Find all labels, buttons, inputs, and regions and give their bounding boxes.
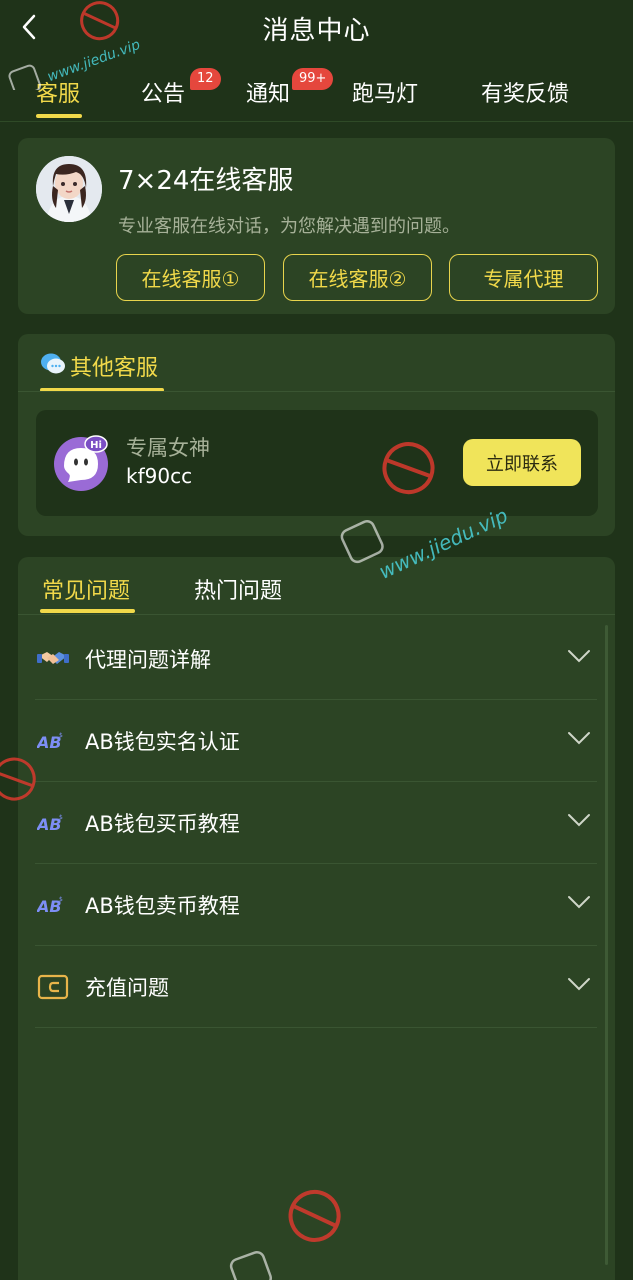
chevron-down-icon <box>568 732 590 745</box>
scrollbar[interactable] <box>605 625 608 1265</box>
chevron-down-icon <box>568 814 590 827</box>
dedicated-agent-button[interactable]: 专属代理 <box>449 254 598 301</box>
watermark-logo: www.jiedu.vip <box>340 442 510 580</box>
chevron-down-icon <box>568 978 590 991</box>
notifications-badge: 99+ <box>292 68 334 90</box>
tab-notifications[interactable]: 通知 <box>246 76 290 108</box>
page-title: 消息中心 <box>262 15 371 46</box>
faq-item-ab-sell[interactable]: AB $ AB钱包卖币教程 <box>35 864 597 946</box>
faq-item-ab-buy[interactable]: AB $ AB钱包买币教程 <box>35 782 597 864</box>
handshake-icon <box>37 652 69 664</box>
faq-item-recharge[interactable]: 充值问题 <box>35 946 597 1028</box>
online-support-card: 7×24在线客服 专业客服在线对话，为您解决遇到的问题。 在线客服① 在线客服②… <box>18 138 615 314</box>
tab-hot-questions[interactable]: 热门问题 <box>194 573 282 605</box>
contact-name: 专属女神 <box>126 436 210 460</box>
watermark-url: www.jiedu.vip <box>45 37 142 85</box>
faq-item-agent[interactable]: 代理问题详解 <box>35 618 597 700</box>
support-title: 7×24在线客服 <box>118 166 294 196</box>
chat-avatar-icon: Hi <box>54 435 108 491</box>
ab-wallet-icon: AB $ <box>37 896 63 916</box>
divider <box>18 614 615 615</box>
faq-tab-indicator <box>40 609 135 613</box>
divider <box>18 391 615 392</box>
tab-common-questions[interactable]: 常见问题 <box>42 573 130 605</box>
watermark-logo: www.jiedu.vip <box>8 1 143 90</box>
watermark-url: www.jiedu.vip <box>375 503 510 580</box>
watermark-logo <box>0 757 36 801</box>
active-tab-indicator <box>36 114 82 118</box>
online-support-2-button[interactable]: 在线客服② <box>283 254 432 301</box>
other-support-title: 其他客服 <box>70 356 159 381</box>
tab-feedback[interactable]: 有奖反馈 <box>481 76 569 108</box>
watermark-logo <box>229 1189 341 1280</box>
chevron-down-icon <box>568 896 590 909</box>
faq-item-label: AB钱包卖币教程 <box>85 894 240 918</box>
svg-text:AB: AB <box>37 897 62 916</box>
contact-id: kf90cc <box>126 464 193 488</box>
wallet-icon <box>37 974 69 1000</box>
faq-item-label: 充值问题 <box>85 976 169 1000</box>
support-subtitle: 专业客服在线对话，为您解决遇到的问题。 <box>118 216 460 237</box>
svg-text:$: $ <box>59 896 63 903</box>
faq-item-label: 代理问题详解 <box>85 648 211 672</box>
online-support-1-button[interactable]: 在线客服① <box>116 254 265 301</box>
chat-bubble-icon <box>41 353 65 374</box>
faq-item-ab-verify[interactable]: AB $ AB钱包实名认证 <box>35 700 597 782</box>
tab-marquee[interactable]: 跑马灯 <box>352 76 418 108</box>
avatar-hi-label: Hi <box>90 440 102 451</box>
support-avatar <box>36 156 102 222</box>
chevron-down-icon <box>568 650 590 663</box>
